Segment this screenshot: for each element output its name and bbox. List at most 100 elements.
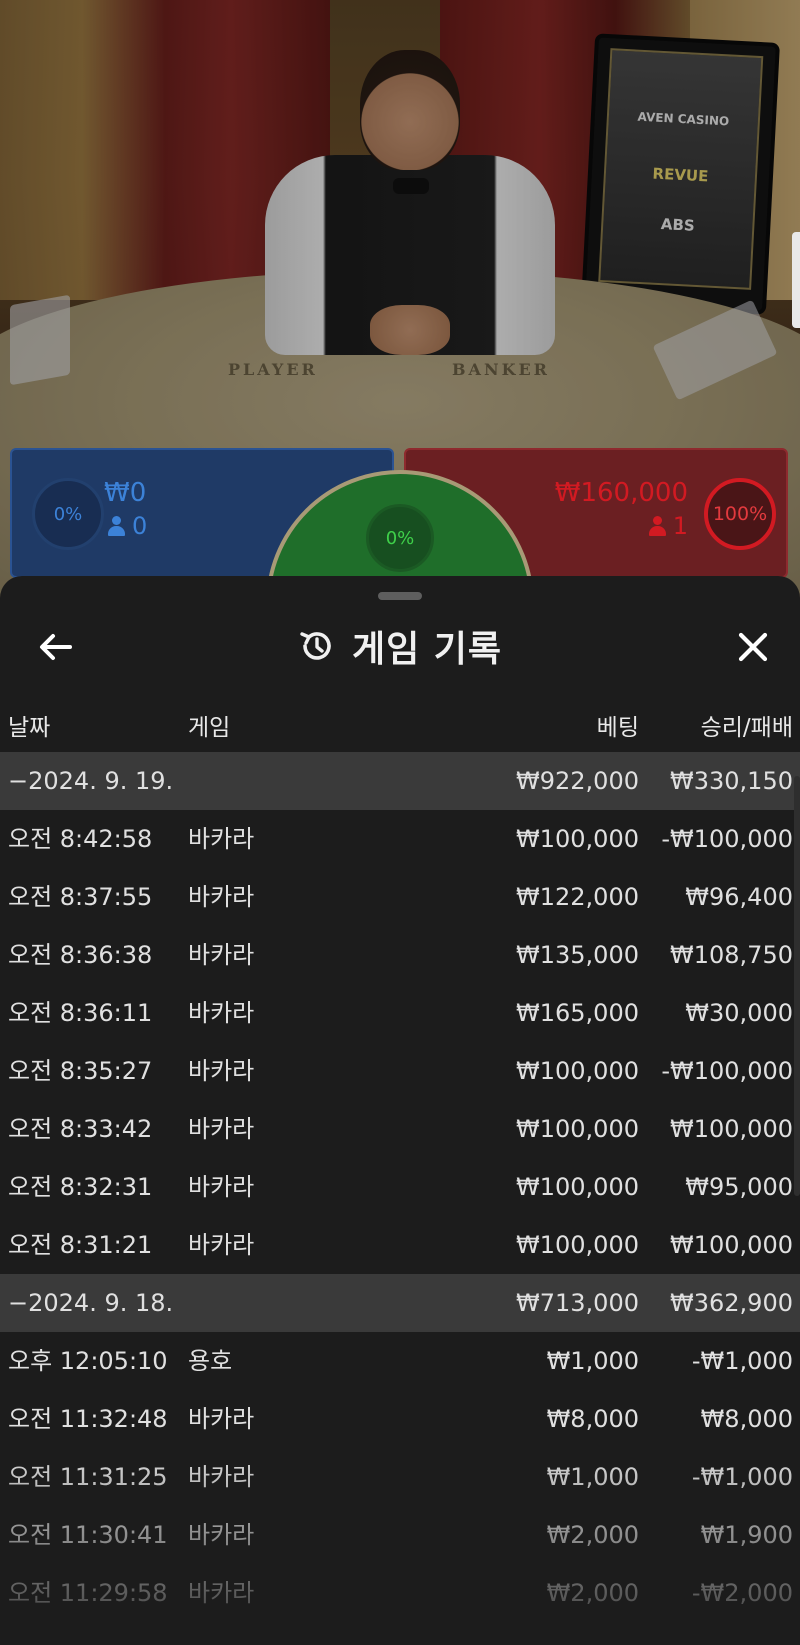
group-date: −2024. 9. 18. (8, 1289, 174, 1317)
row-game: 바카라 (188, 1405, 255, 1433)
date-group-row[interactable]: −2024. 9. 18. ₩713,000 ₩362,900 (0, 1274, 800, 1332)
person-icon (648, 516, 666, 536)
history-row[interactable]: 오전 8:33:42 바카라 ₩100,000 ₩100,000 (0, 1100, 800, 1158)
history-row[interactable]: 오전 8:37:55 바카라 ₩122,000 ₩96,400 (0, 868, 800, 926)
history-row[interactable]: 오전 11:31:25 바카라 ₩1,000 -₩1,000 (0, 1448, 800, 1506)
row-game: 바카라 (188, 1057, 255, 1085)
row-bet: ₩100,000 (516, 1173, 639, 1201)
player-percent: 0% (53, 503, 83, 525)
row-result: ₩8,000 (700, 1405, 793, 1433)
banker-bet-amount: ₩160,000 (554, 478, 688, 508)
sheet-title: 게임 기록 (351, 629, 502, 670)
row-time: 오전 8:42:58 (8, 825, 153, 853)
row-result: -₩100,000 (661, 1057, 793, 1085)
row-time: 오전 11:32:48 (8, 1405, 168, 1433)
close-button[interactable] (728, 622, 778, 672)
back-button[interactable] (30, 622, 80, 672)
row-time: 오전 8:35:27 (8, 1057, 153, 1085)
history-row[interactable]: 오전 11:30:41 바카라 ₩2,000 ₩1,900 (0, 1506, 800, 1564)
history-icon (300, 632, 331, 660)
game-history-sheet: 게임 기록 날짜 게임 베팅 승리/패배 −2024. 9. 19. ₩922,… (0, 576, 800, 1645)
group-bet-total: ₩922,000 (516, 767, 639, 795)
player-percent-ring: 0% (32, 478, 104, 550)
row-result: ₩100,000 (670, 1231, 793, 1259)
arrow-left-icon (40, 634, 72, 660)
history-list: −2024. 9. 19. ₩922,000 ₩330,150 오전 8:42:… (0, 752, 800, 1622)
row-time: 오전 8:32:31 (8, 1173, 153, 1201)
row-result: -₩100,000 (661, 825, 793, 853)
row-bet: ₩100,000 (516, 1115, 639, 1143)
row-result: ₩96,400 (685, 883, 793, 911)
row-time: 오후 12:05:10 (8, 1347, 168, 1375)
column-header-result[interactable]: 승리/패배 (701, 708, 793, 742)
row-bet: ₩100,000 (516, 1057, 639, 1085)
close-icon (738, 632, 768, 662)
side-edge-tab[interactable] (792, 232, 800, 328)
row-game: 바카라 (188, 941, 255, 969)
column-header-date[interactable]: 날짜 (8, 708, 50, 742)
group-date: −2024. 9. 19. (8, 767, 174, 795)
row-game: 바카라 (188, 1115, 255, 1143)
history-row[interactable]: 오전 8:35:27 바카라 ₩100,000 -₩100,000 (0, 1042, 800, 1100)
row-result: ₩1,900 (700, 1521, 793, 1549)
row-bet: ₩1,000 (546, 1347, 639, 1375)
banker-percent: 100% (712, 503, 768, 525)
row-result: ₩108,750 (670, 941, 793, 969)
row-result: ₩95,000 (685, 1173, 793, 1201)
history-row[interactable]: 오전 11:32:48 바카라 ₩8,000 ₩8,000 (0, 1390, 800, 1448)
row-game: 용호 (188, 1347, 233, 1375)
row-time: 오전 8:36:38 (8, 941, 153, 969)
history-row[interactable]: 오전 8:32:31 바카라 ₩100,000 ₩95,000 (0, 1158, 800, 1216)
column-header-bet[interactable]: 베팅 (597, 708, 639, 742)
history-row[interactable]: 오전 8:31:21 바카라 ₩100,000 ₩100,000 (0, 1216, 800, 1274)
column-header-game[interactable]: 게임 (188, 708, 230, 742)
history-scrollbar[interactable] (794, 776, 800, 1196)
row-time: 오전 8:36:11 (8, 999, 153, 1027)
row-game: 바카라 (188, 1521, 255, 1549)
row-game: 바카라 (188, 1463, 255, 1491)
person-icon (108, 516, 125, 536)
sheet-header: 게임 기록 (0, 616, 800, 676)
row-bet: ₩2,000 (546, 1521, 639, 1549)
row-bet: ₩8,000 (546, 1405, 639, 1433)
group-result-total: ₩362,900 (670, 1289, 793, 1317)
row-result: ₩100,000 (670, 1115, 793, 1143)
sheet-drag-handle[interactable] (378, 592, 422, 600)
date-group-row[interactable]: −2024. 9. 19. ₩922,000 ₩330,150 (0, 752, 800, 810)
group-bet-total: ₩713,000 (516, 1289, 639, 1317)
row-time: 오전 11:30:41 (8, 1521, 168, 1549)
row-bet: ₩135,000 (516, 941, 639, 969)
row-time: 오전 8:31:21 (8, 1231, 153, 1259)
row-time: 오전 11:31:25 (8, 1463, 168, 1491)
row-game: 바카라 (188, 825, 255, 853)
row-game: 바카라 (188, 883, 255, 911)
history-row[interactable]: 오전 8:36:11 바카라 ₩165,000 ₩30,000 (0, 984, 800, 1042)
group-result-total: ₩330,150 (670, 767, 793, 795)
row-result: -₩1,000 (691, 1347, 793, 1375)
history-row[interactable]: 오후 12:05:10 용호 ₩1,000 -₩1,000 (0, 1332, 800, 1390)
history-row[interactable]: 오전 8:36:38 바카라 ₩135,000 ₩108,750 (0, 926, 800, 984)
row-time: 오전 11:29:58 (8, 1579, 168, 1607)
history-row[interactable]: 오전 8:42:58 바카라 ₩100,000 -₩100,000 (0, 810, 800, 868)
player-bettor-count: 0 (108, 512, 147, 540)
row-time: 오전 8:37:55 (8, 883, 153, 911)
row-game: 바카라 (188, 999, 255, 1027)
row-bet: ₩2,000 (546, 1579, 639, 1607)
row-game: 바카라 (188, 1579, 255, 1607)
row-bet: ₩165,000 (516, 999, 639, 1027)
tie-percent-ring: 0% (366, 504, 434, 572)
row-result: -₩1,000 (691, 1463, 793, 1491)
row-bet: ₩1,000 (546, 1463, 639, 1491)
row-result: -₩2,000 (691, 1579, 793, 1607)
row-result: ₩30,000 (685, 999, 793, 1027)
row-bet: ₩100,000 (516, 1231, 639, 1259)
row-game: 바카라 (188, 1173, 255, 1201)
banker-bettor-count: 1 (648, 512, 688, 540)
history-row[interactable]: 오전 11:29:58 바카라 ₩2,000 -₩2,000 (0, 1564, 800, 1622)
row-time: 오전 8:33:42 (8, 1115, 153, 1143)
row-bet: ₩122,000 (516, 883, 639, 911)
row-game: 바카라 (188, 1231, 255, 1259)
tie-percent: 0% (385, 527, 415, 549)
row-bet: ₩100,000 (516, 825, 639, 853)
banker-percent-ring: 100% (704, 478, 776, 550)
